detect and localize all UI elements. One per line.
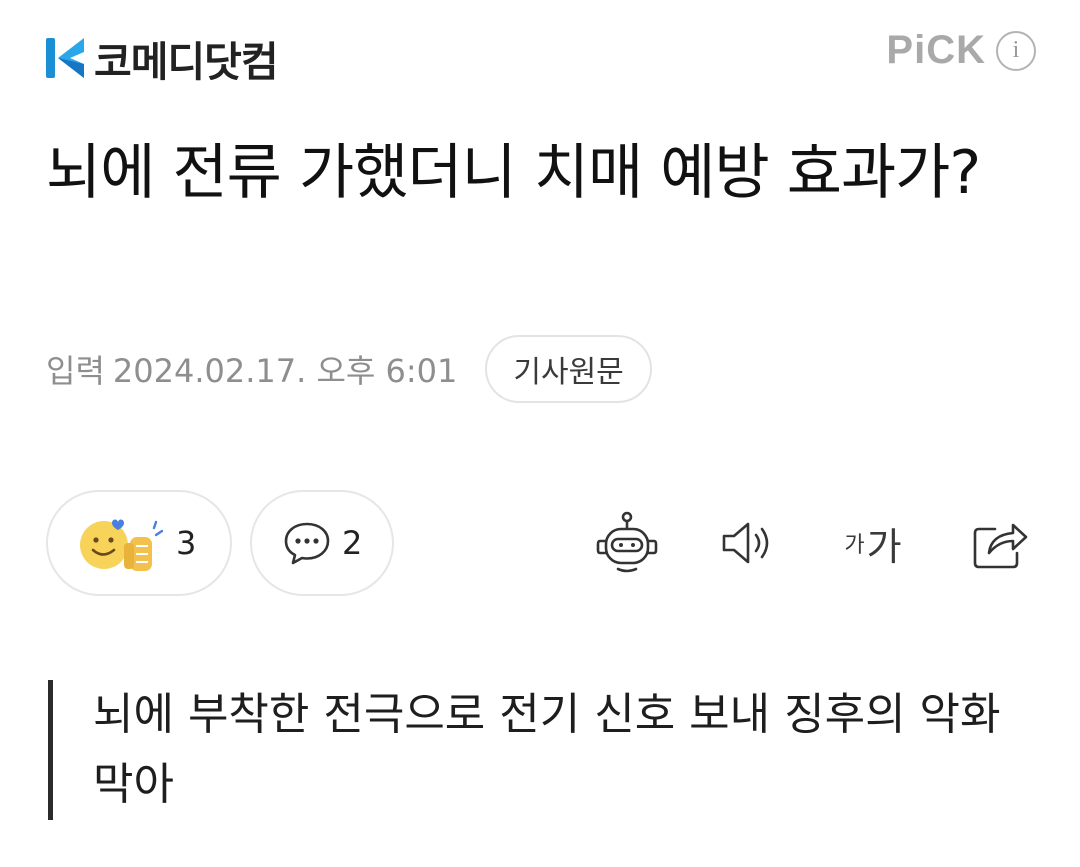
publish-date: 2024.02.17. 오후 6:01 (112, 352, 458, 390)
subtitle-text: 뇌에 부착한 전극으로 전기 신호 보내 징후의 악화 막아 (93, 689, 1001, 810)
date-prefix: 입력 (46, 352, 105, 390)
pick-label: PiCK (886, 28, 986, 72)
share-icon (973, 523, 1028, 569)
smiley-thumbs-up-icon (80, 519, 164, 571)
speaker-icon (722, 522, 769, 564)
pick-badge: PiCK i (886, 28, 1036, 73)
article-header: 코메디닷컴 PiCK i (0, 0, 1080, 110)
speech-bubble-icon (284, 522, 330, 565)
info-icon[interactable]: i (996, 30, 1036, 71)
summary-bot-button[interactable] (592, 510, 662, 576)
comment-button[interactable]: 2 (250, 490, 394, 596)
article-actions: 3 2 가 가 (46, 490, 1036, 596)
press-name: 코메디닷컴 (94, 38, 279, 86)
article-headline: 뇌에 전류 가했더니 치매 예방 효과가? (46, 138, 981, 208)
font-small-glyph: 가 (844, 533, 865, 558)
article-meta: 입력 2024.02.17. 오후 6:01 기사원문 (46, 334, 652, 404)
reaction-button[interactable]: 3 (46, 490, 232, 596)
text-to-speech-button[interactable] (718, 510, 782, 576)
reaction-count: 3 (176, 524, 197, 562)
press-logo[interactable]: 코메디닷컴 (44, 28, 279, 88)
font-large-glyph: 가 (866, 524, 902, 569)
robot-summary-icon (596, 511, 658, 573)
press-mark-icon (46, 38, 84, 78)
share-button[interactable] (970, 510, 1030, 576)
font-size-button[interactable]: 가 가 (836, 510, 910, 576)
original-article-button[interactable]: 기사원문 (485, 335, 652, 403)
comment-count: 2 (342, 524, 363, 562)
article-subtitle: 뇌에 부착한 전극으로 전기 신호 보내 징후의 악화 막아 (48, 680, 1038, 820)
